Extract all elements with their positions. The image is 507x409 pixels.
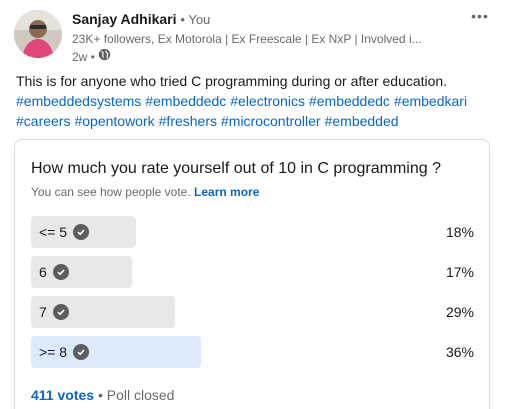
poll-option-percent: 17% <box>445 264 474 280</box>
avatar-image <box>14 10 62 58</box>
hashtag-link[interactable]: #careers <box>16 113 70 129</box>
post-time-row: 2w • <box>72 48 452 65</box>
author-headline: 23K+ followers, Ex Motorola | Ex Freesca… <box>72 32 422 46</box>
post-time: 2w • <box>72 49 95 64</box>
poll-card: How much you rate yourself out of 10 in … <box>14 139 490 409</box>
poll-status: • Poll closed <box>97 387 175 403</box>
post-header: Sanjay Adhikari • You 23K+ followers, Ex… <box>14 9 494 64</box>
hashtag-link[interactable]: #embeddedc <box>309 93 390 109</box>
poll-option: 7 29% <box>31 296 474 328</box>
more-options-icon[interactable]: ••• <box>468 9 492 25</box>
poll-options: <= 5 18% 6 17% 7 29% >= 8 36% <box>31 216 474 376</box>
visibility-text: You can see how people vote. <box>31 185 191 199</box>
hashtag-link[interactable]: #microcontroller <box>221 113 321 129</box>
poll-option-label-row: 7 <box>39 296 69 328</box>
hashtag-link[interactable]: #opentowork <box>74 113 154 129</box>
hashtag-link[interactable]: #electronics <box>230 93 305 109</box>
poll-footer: 411 votes • Poll closed <box>31 385 174 405</box>
hashtag-link[interactable]: #embeddedsystems <box>16 93 141 109</box>
poll-visibility-note: You can see how people vote. Learn more <box>31 184 259 200</box>
checkmark-icon <box>73 224 90 240</box>
poll-option-label: 6 <box>39 264 47 280</box>
poll-option-label: >= 8 <box>39 344 68 360</box>
checkmark-icon <box>52 304 69 320</box>
globe-icon <box>98 48 111 65</box>
poll-option-percent: 29% <box>445 304 474 320</box>
checkmark-icon <box>73 344 90 360</box>
hashtag-list: #embeddedsystems #embeddedc #electronics #e… <box>16 91 496 131</box>
hashtag-link[interactable]: #freshers <box>159 113 217 129</box>
poll-option-percent: 18% <box>445 224 474 240</box>
hashtag-link[interactable]: #embeddedc <box>145 93 226 109</box>
avatar[interactable] <box>14 10 62 58</box>
poll-option-percent: 36% <box>445 344 474 360</box>
poll-option-label: 7 <box>39 304 47 320</box>
post-body: This is for anyone who tried C programmi… <box>16 71 496 131</box>
author-meta: Sanjay Adhikari • You 23K+ followers, Ex… <box>72 9 452 65</box>
poll-option: <= 5 18% <box>31 216 474 248</box>
learn-more-link[interactable]: Learn more <box>194 185 259 199</box>
poll-option-label-row: 6 <box>39 256 69 288</box>
author-relation: • You <box>180 12 211 27</box>
author-name[interactable]: Sanjay Adhikari <box>72 11 177 27</box>
hashtag-link[interactable]: #embedded <box>325 113 399 129</box>
post-text: This is for anyone who tried C programmi… <box>16 73 448 89</box>
vote-count-link[interactable]: 411 votes <box>31 387 94 403</box>
name-row: Sanjay Adhikari • You <box>72 9 452 30</box>
poll-option-label-row: <= 5 <box>39 216 90 248</box>
poll-option-label: <= 5 <box>39 224 68 240</box>
poll-option: >= 8 36% <box>31 336 474 368</box>
hashtag-link[interactable]: #embedkari <box>394 93 467 109</box>
poll-question: How much you rate yourself out of 10 in … <box>31 160 441 177</box>
poll-option-label-row: >= 8 <box>39 336 90 368</box>
checkmark-icon <box>52 264 69 280</box>
poll-option: 6 17% <box>31 256 474 288</box>
